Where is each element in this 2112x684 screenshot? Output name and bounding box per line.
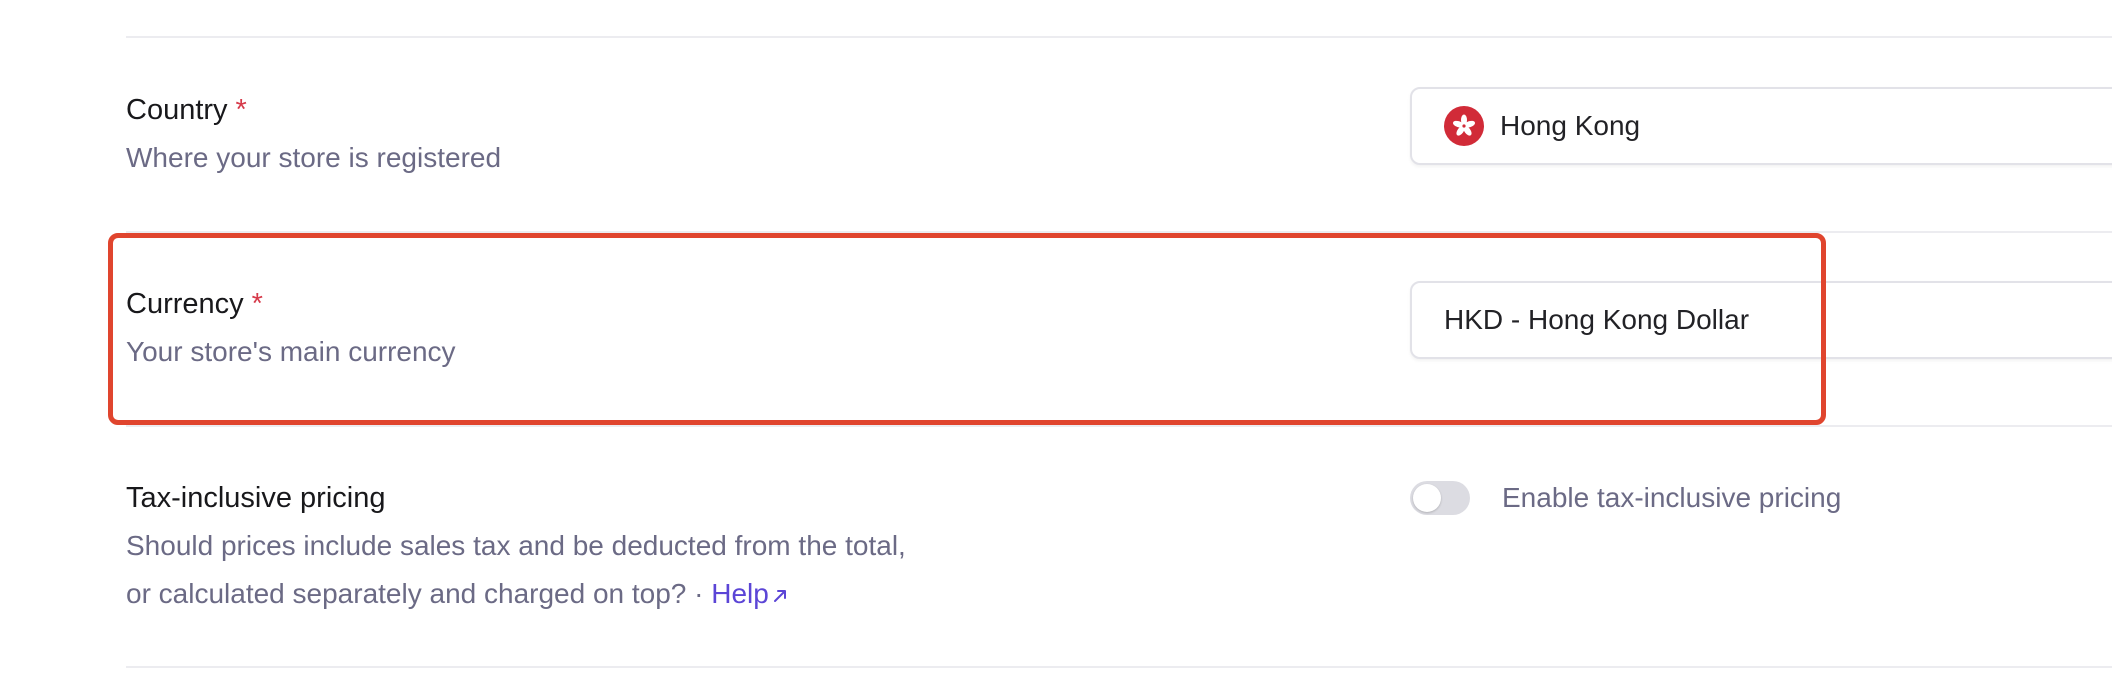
toggle-label[interactable]: Enable tax-inclusive pricing xyxy=(1502,480,1841,516)
country-select[interactable]: Hong Kong xyxy=(1410,87,2112,165)
country-description: Where your store is registered xyxy=(126,142,502,173)
store-settings-page: Country * Where your store is registered … xyxy=(0,0,2112,684)
toggle-knob xyxy=(1413,484,1441,512)
tax-description-line2: or calculated separately and charged on … xyxy=(126,570,789,620)
tax-label: Tax-inclusive pricing xyxy=(126,482,386,514)
country-label-text: Country xyxy=(126,94,228,126)
help-link[interactable]: Help xyxy=(711,578,789,609)
tax-description-text: or calculated separately and charged on … xyxy=(126,578,712,609)
tax-inclusive-toggle[interactable] xyxy=(1410,481,1470,515)
help-link-label: Help xyxy=(711,578,769,609)
country-label: Country * xyxy=(126,92,247,128)
bottom-divider xyxy=(126,666,2112,668)
currency-highlight-box xyxy=(108,233,1826,425)
tax-description-line1: Should prices include sales tax and be d… xyxy=(126,530,906,561)
top-divider xyxy=(126,36,2112,38)
country-value: Hong Kong xyxy=(1500,110,1641,141)
required-mark: * xyxy=(235,94,247,126)
hong-kong-flag-icon xyxy=(1444,106,1484,146)
currency-divider xyxy=(126,425,2112,427)
external-link-icon xyxy=(771,572,789,620)
